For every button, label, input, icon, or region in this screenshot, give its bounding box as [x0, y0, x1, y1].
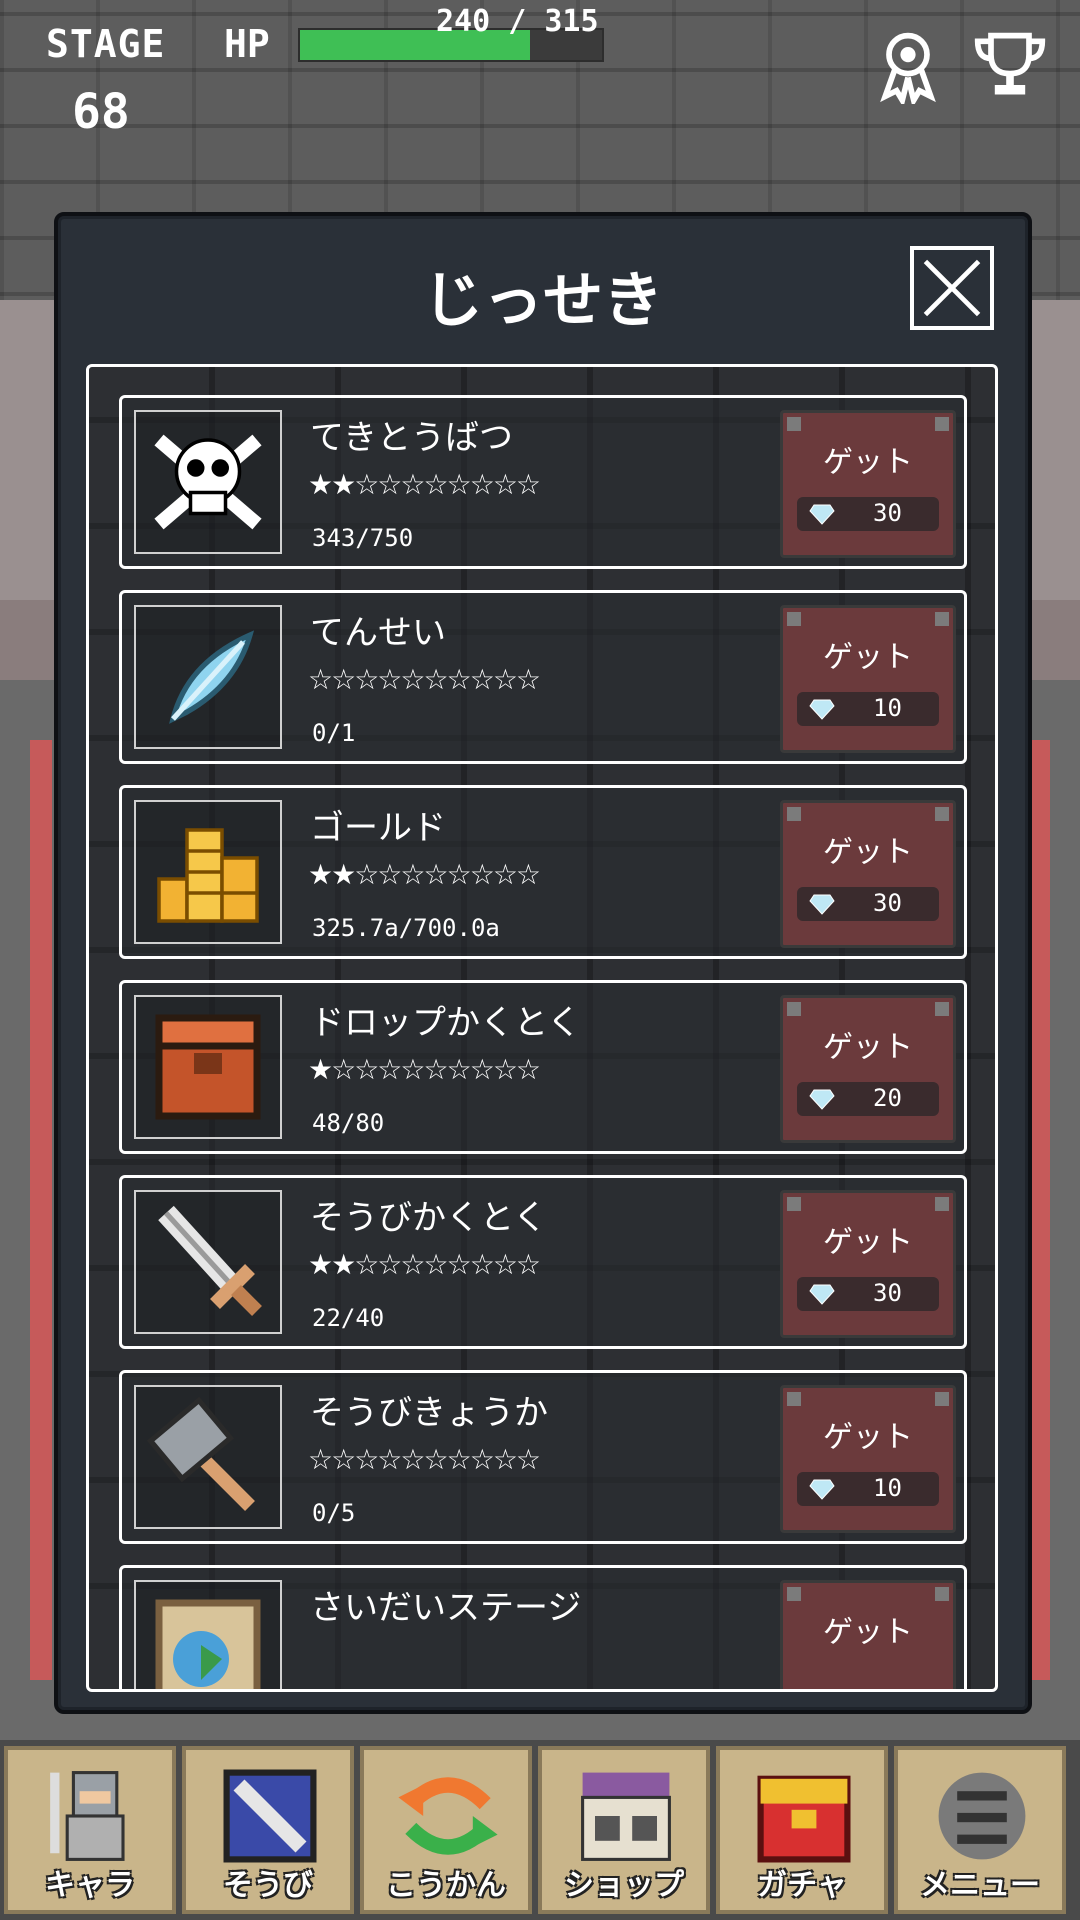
achievement-row: ドロップかくとく ★☆☆☆☆☆☆☆☆☆ 48/80 ゲット 20 [119, 980, 967, 1154]
achievement-row: そうびかくとく ★★☆☆☆☆☆☆☆☆ 22/40 ゲット 30 [119, 1175, 967, 1349]
cost-pill: 10 [797, 692, 939, 726]
nav-label: メニュー [920, 1868, 1040, 1903]
medal-icon[interactable] [870, 28, 946, 108]
cost-value: 10 [873, 1474, 902, 1502]
get-reward-button[interactable]: ゲット 20 [780, 995, 956, 1143]
nav-equipment[interactable]: そうび [182, 1746, 354, 1914]
shop-icon [581, 1772, 671, 1861]
cost-pill: 20 [797, 1082, 939, 1116]
nav-label: そうび [223, 1868, 313, 1903]
achievement-row: そうびきょうか ☆☆☆☆☆☆☆☆☆☆ 0/5 ゲット 10 [119, 1370, 967, 1544]
get-label: ゲット [823, 1420, 913, 1455]
nav-label: キャラ [45, 1868, 135, 1903]
close-button[interactable] [910, 246, 994, 330]
diamond-icon [809, 504, 835, 525]
get-label: ゲット [823, 640, 913, 675]
get-label: ゲット [823, 445, 913, 480]
cost-value: 30 [873, 499, 902, 527]
achievement-name: てきとうばつ [310, 418, 513, 458]
achievement-name: さいだいステージ [310, 1588, 582, 1628]
cost-pill: 30 [797, 887, 939, 921]
bottom-nav: キャラ そうび こうかん ショップ ガチャ メニュー [0, 1740, 1080, 1920]
get-reward-button[interactable]: ゲット 30 [780, 800, 956, 948]
cost-pill: 30 [797, 1277, 939, 1311]
hp-text: 240 / 315 [436, 4, 599, 39]
stage-label: STAGE [46, 22, 166, 66]
achievement-row: さいだいステージ ゲット [119, 1565, 967, 1689]
achievement-progress: 343/750 [312, 524, 414, 552]
get-reward-button[interactable]: ゲット 10 [780, 605, 956, 753]
nav-label: ガチャ [757, 1868, 847, 1903]
nav-label: こうかん [386, 1868, 506, 1903]
equipment-icon [223, 1769, 317, 1863]
achievement-progress: 0/5 [312, 1499, 356, 1527]
cost-value: 20 [873, 1084, 902, 1112]
stage-value: 68 [72, 84, 130, 140]
achievements-modal: じっせき てきとうばつ ★★☆☆☆☆☆☆☆☆ 343/750 ゲット 30 てん… [54, 212, 1032, 1714]
get-reward-button[interactable]: ゲット 30 [780, 1190, 956, 1338]
feather-icon [134, 605, 282, 749]
achievement-name: そうびきょうか [310, 1393, 548, 1433]
get-label: ゲット [823, 1225, 913, 1260]
get-reward-button[interactable]: ゲット [780, 1580, 956, 1689]
nav-shop[interactable]: ショップ [538, 1746, 710, 1914]
gacha-chest-icon [757, 1775, 851, 1863]
cost-value: 30 [873, 889, 902, 917]
cost-pill: 10 [797, 1472, 939, 1506]
achievement-row: てんせい ☆☆☆☆☆☆☆☆☆☆ 0/1 ゲット 10 [119, 590, 967, 764]
cost-pill: 30 [797, 497, 939, 531]
achievement-progress: 48/80 [312, 1109, 385, 1137]
knight-icon [50, 1771, 125, 1861]
exchange-icon [398, 1777, 498, 1855]
hp-label: HP [224, 22, 270, 66]
achievement-progress: 22/40 [312, 1304, 385, 1332]
modal-title: じっせき [423, 266, 663, 336]
nav-exchange[interactable]: こうかん [360, 1746, 532, 1914]
sword-icon [134, 1190, 282, 1334]
cost-value: 30 [873, 1279, 902, 1307]
nav-chara[interactable]: キャラ [4, 1746, 176, 1914]
nav-label: ショップ [564, 1868, 684, 1903]
achievement-name: ドロップかくとく [310, 1003, 581, 1043]
map-icon [134, 1580, 282, 1689]
achievement-list[interactable]: てきとうばつ ★★☆☆☆☆☆☆☆☆ 343/750 ゲット 30 てんせい ☆☆… [86, 364, 998, 1692]
achievement-row: てきとうばつ ★★☆☆☆☆☆☆☆☆ 343/750 ゲット 30 [119, 395, 967, 569]
background-red-pillar-left [30, 740, 52, 1680]
achievement-stars: ★☆☆☆☆☆☆☆☆☆ [308, 1053, 541, 1086]
get-reward-button[interactable]: ゲット 10 [780, 1385, 956, 1533]
achievement-stars: ★★☆☆☆☆☆☆☆☆ [308, 1248, 541, 1281]
achievement-progress: 0/1 [312, 719, 356, 747]
menu-icon [938, 1772, 1026, 1860]
achievement-stars: ☆☆☆☆☆☆☆☆☆☆ [308, 1443, 541, 1476]
diamond-icon [809, 894, 835, 915]
get-label: ゲット [823, 835, 913, 870]
achievement-stars: ★★☆☆☆☆☆☆☆☆ [308, 468, 541, 501]
get-label: ゲット [823, 1615, 913, 1650]
nav-menu[interactable]: メニュー [894, 1746, 1066, 1914]
diamond-icon [809, 1284, 835, 1305]
trophy-icon[interactable] [972, 28, 1048, 104]
close-icon [923, 259, 981, 317]
hammer-icon [134, 1385, 282, 1529]
treasure-chest-icon [134, 995, 282, 1139]
gold-coins-icon [134, 800, 282, 944]
diamond-icon [809, 699, 835, 720]
cost-value: 10 [873, 694, 902, 722]
nav-gacha[interactable]: ガチャ [716, 1746, 888, 1914]
get-reward-button[interactable]: ゲット 30 [780, 410, 956, 558]
get-label: ゲット [823, 1030, 913, 1065]
achievement-name: そうびかくとく [310, 1198, 547, 1238]
diamond-icon [809, 1089, 835, 1110]
achievement-name: てんせい [310, 613, 446, 653]
skull-icon [134, 410, 282, 554]
achievement-name: ゴールド [310, 808, 446, 848]
achievement-stars: ★★☆☆☆☆☆☆☆☆ [308, 858, 541, 891]
diamond-icon [809, 1479, 835, 1500]
achievement-progress: 325.7a/700.0a [312, 914, 500, 942]
achievement-stars: ☆☆☆☆☆☆☆☆☆☆ [308, 663, 541, 696]
achievement-row: ゴールド ★★☆☆☆☆☆☆☆☆ 325.7a/700.0a ゲット 30 [119, 785, 967, 959]
